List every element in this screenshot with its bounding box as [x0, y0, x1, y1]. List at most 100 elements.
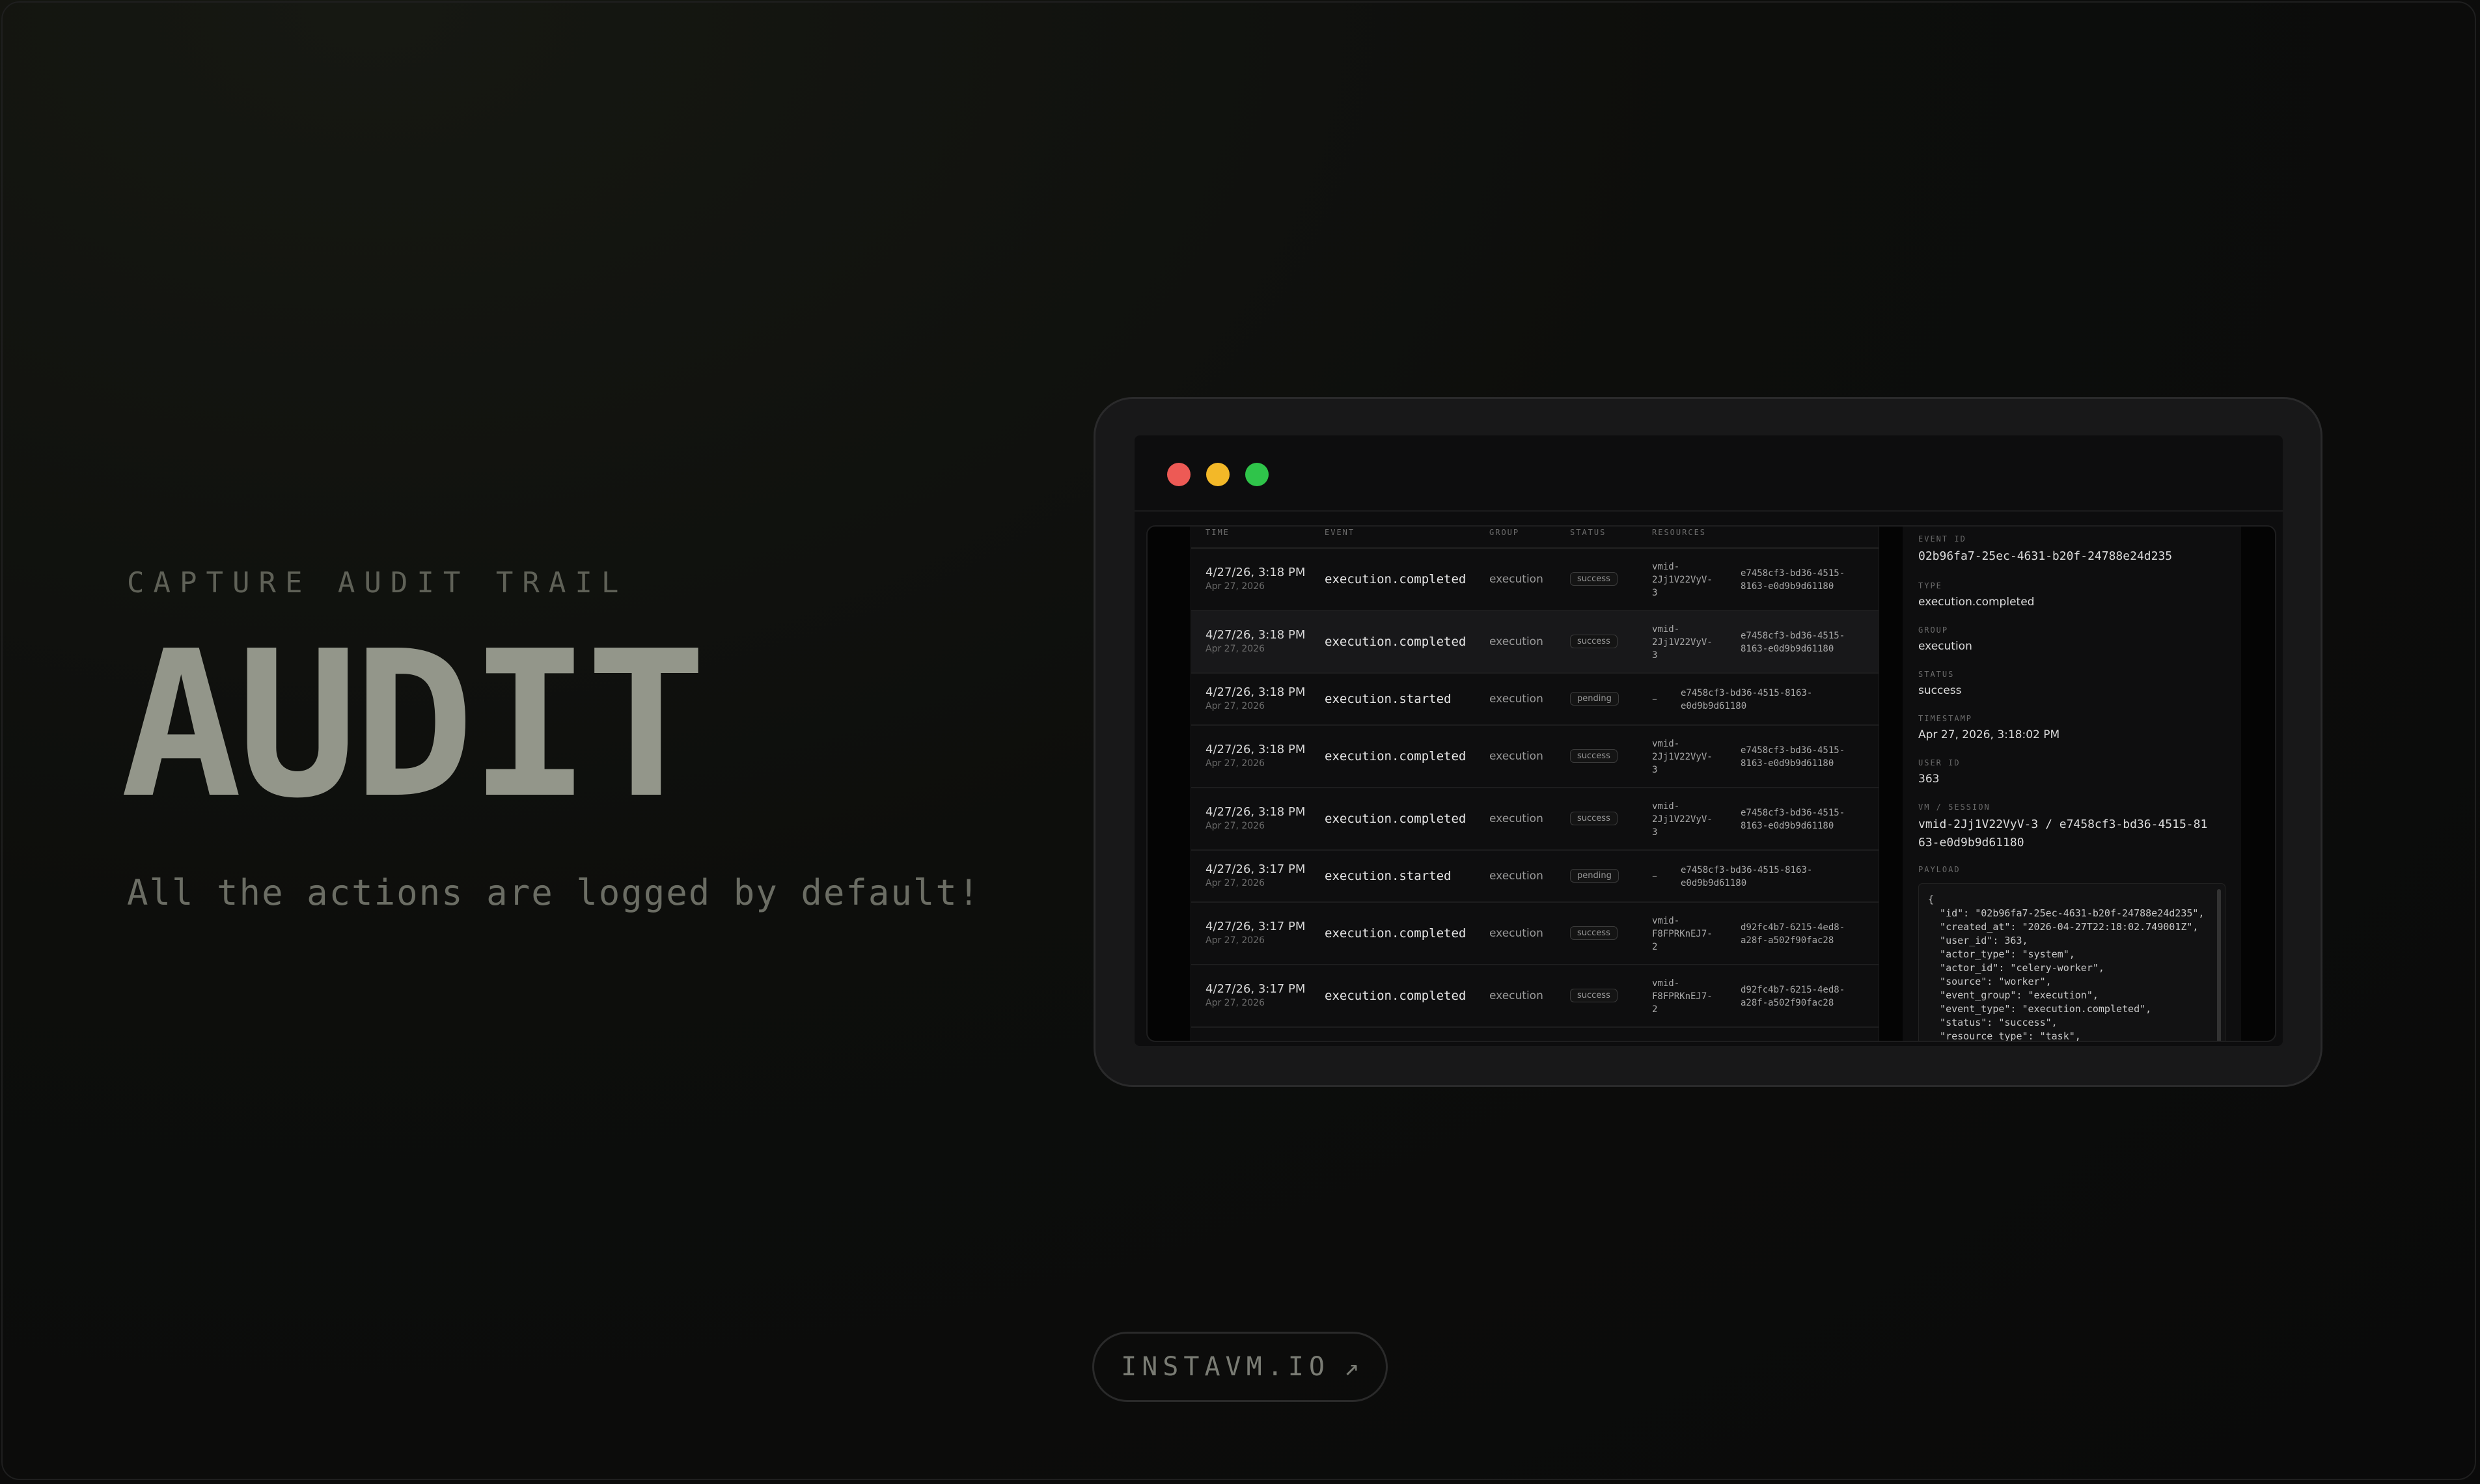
- app-window: TIME EVENT GROUP STATUS RESOURCES 4/27/2…: [1135, 435, 2283, 1046]
- row-status-badge: success: [1570, 572, 1618, 586]
- row-date: Apr 27, 2026: [1206, 878, 1265, 888]
- row-status-badge: pending: [1570, 692, 1619, 706]
- payload-json: { "id": "02b96fa7-25ec-4631-b20f-24788e2…: [1928, 894, 2205, 1042]
- column-header-resources[interactable]: RESOURCES: [1652, 528, 1706, 537]
- event-detail-panel: EVENT ID 02b96fa7-25ec-4631-b20f-24788e2…: [1903, 527, 2241, 1041]
- table-row[interactable]: 4/27/26, 3:17 PM Apr 27, 2026 execution.co…: [1191, 903, 1879, 965]
- user-id-label: USER ID: [1918, 758, 1961, 767]
- user-id-value: 363: [1918, 773, 1940, 786]
- row-event: execution.started: [1325, 869, 1452, 883]
- row-time: 4/27/26, 3:17 PM: [1206, 862, 1306, 876]
- column-header-event[interactable]: EVENT: [1325, 528, 1355, 537]
- type-value: execution.completed: [1918, 596, 2035, 609]
- row-session-id: d92fc4b7-6215-4ed8- a28f-a502f90fac28: [1741, 922, 1845, 946]
- row-date: Apr 27, 2026: [1206, 758, 1265, 769]
- vm-session-label: VM / SESSION: [1918, 803, 1991, 812]
- row-event: execution.completed: [1325, 749, 1467, 763]
- audit-table: TIME EVENT GROUP STATUS RESOURCES 4/27/2…: [1191, 527, 1879, 1041]
- cta-label: INSTAVM.IO: [1121, 1352, 1330, 1382]
- payload-scrollbar[interactable]: [2217, 889, 2221, 1041]
- row-group: execution: [1489, 927, 1543, 940]
- row-date: Apr 27, 2026: [1206, 935, 1265, 946]
- row-group: execution: [1489, 635, 1543, 648]
- maximize-window-button[interactable]: [1245, 463, 1269, 486]
- table-row[interactable]: 4/27/26, 3:17 PM Apr 27, 2026 execution.co…: [1191, 965, 1879, 1028]
- row-session-id: e7458cf3-bd36-4515- 8163-e0d9b9d61180: [1741, 808, 1845, 831]
- row-event: execution.completed: [1325, 989, 1467, 1003]
- row-session-id: e7458cf3-bd36-4515- 8163-e0d9b9d61180: [1741, 631, 1845, 654]
- table-row[interactable]: 4/27/26, 3:18 PM Apr 27, 2026 execution.st…: [1191, 674, 1879, 726]
- minimize-window-button[interactable]: [1206, 463, 1230, 486]
- row-date: Apr 27, 2026: [1206, 998, 1265, 1008]
- row-event: execution.completed: [1325, 926, 1467, 941]
- table-row[interactable]: 4/27/26, 3:18 PM Apr 27, 2026 execution.co…: [1191, 549, 1879, 611]
- close-window-button[interactable]: [1167, 463, 1191, 486]
- vm-session-value: vmid-2Jj1V22VyV-3 / e7458cf3-bd36-4515-8…: [1918, 818, 2208, 849]
- column-header-time[interactable]: TIME: [1206, 528, 1230, 537]
- group-value: execution: [1918, 640, 1972, 653]
- tagline: All the actions are logged by default!: [127, 872, 981, 913]
- status-value: success: [1918, 684, 1962, 697]
- row-time: 4/27/26, 3:17 PM: [1206, 982, 1306, 996]
- status-label: STATUS: [1918, 670, 1955, 679]
- row-time: 4/27/26, 3:18 PM: [1206, 685, 1306, 699]
- row-session-id: e7458cf3-bd36-4515-8163- e0d9b9d61180: [1681, 688, 1813, 711]
- arrow-up-right-icon: ↗: [1343, 1353, 1359, 1381]
- row-event: execution.completed: [1325, 635, 1467, 649]
- timestamp-label: TIMESTAMP: [1918, 714, 1973, 723]
- eyebrow-text: CAPTURE AUDIT TRAIL: [127, 566, 628, 599]
- row-status-badge: success: [1570, 989, 1618, 1002]
- device-frame: TIME EVENT GROUP STATUS RESOURCES 4/27/2…: [1094, 397, 2322, 1087]
- table-row[interactable]: 4/27/26, 3:17 PM Apr 27, 2026 execution.st…: [1191, 851, 1879, 903]
- window-titlebar: [1135, 435, 2283, 512]
- row-vm-id: vmid- 2Jj1V22VyV- 3: [1652, 801, 1713, 838]
- row-vm-id: –: [1652, 693, 1657, 705]
- row-date: Apr 27, 2026: [1206, 821, 1265, 831]
- row-session-id: e7458cf3-bd36-4515-8163- e0d9b9d61180: [1681, 865, 1813, 888]
- column-header-status[interactable]: STATUS: [1570, 528, 1606, 537]
- row-date: Apr 27, 2026: [1206, 701, 1265, 711]
- table-row[interactable]: 4/27/26, 3:18 PM Apr 27, 2026 execution.co…: [1191, 788, 1879, 851]
- table-row[interactable]: 4/27/26, 3:18 PM Apr 27, 2026 execution.co…: [1191, 726, 1879, 788]
- row-status-badge: pending: [1570, 869, 1619, 883]
- row-status-badge: success: [1570, 812, 1618, 825]
- timestamp-value: Apr 27, 2026, 3:18:02 PM: [1918, 728, 2060, 741]
- row-date: Apr 27, 2026: [1206, 581, 1265, 592]
- column-header-group[interactable]: GROUP: [1489, 528, 1519, 537]
- row-group: execution: [1489, 812, 1543, 825]
- table-header: TIME EVENT GROUP STATUS RESOURCES: [1191, 527, 1879, 549]
- row-group: execution: [1489, 750, 1543, 763]
- row-time: 4/27/26, 3:17 PM: [1206, 920, 1306, 933]
- row-vm-id: vmid- 2Jj1V22VyV- 3: [1652, 739, 1713, 775]
- payload-label: PAYLOAD: [1918, 865, 1961, 874]
- audit-content: TIME EVENT GROUP STATUS RESOURCES 4/27/2…: [1146, 525, 2276, 1042]
- row-session-id: d92fc4b7-6215-4ed8- a28f-a502f90fac28: [1741, 985, 1845, 1008]
- type-label: TYPE: [1918, 581, 1942, 590]
- row-vm-id: vmid- F8FPRKnEJ7- 2: [1652, 978, 1713, 1015]
- row-event: execution.completed: [1325, 572, 1467, 586]
- row-group: execution: [1489, 989, 1543, 1002]
- event-id-label: EVENT ID: [1918, 534, 1966, 543]
- table-row[interactable]: 4/27/26, 3:18 PM Apr 27, 2026 execution.co…: [1191, 611, 1879, 674]
- row-group: execution: [1489, 573, 1543, 586]
- row-time: 4/27/26, 3:18 PM: [1206, 566, 1306, 579]
- row-vm-id: vmid- 2Jj1V22VyV- 3: [1652, 624, 1713, 661]
- row-date: Apr 27, 2026: [1206, 644, 1265, 654]
- row-session-id: e7458cf3-bd36-4515- 8163-e0d9b9d61180: [1741, 745, 1845, 769]
- row-event: execution.completed: [1325, 812, 1467, 826]
- row-time: 4/27/26, 3:18 PM: [1206, 805, 1306, 819]
- row-group: execution: [1489, 870, 1543, 883]
- row-event: execution.started: [1325, 692, 1452, 706]
- group-label: GROUP: [1918, 625, 1949, 635]
- row-time: 4/27/26, 3:18 PM: [1206, 743, 1306, 756]
- row-vm-id: vmid- 2Jj1V22VyV- 3: [1652, 562, 1713, 598]
- hero-title: AUDIT: [120, 608, 707, 843]
- payload-viewer[interactable]: { "id": "02b96fa7-25ec-4631-b20f-24788e2…: [1918, 883, 2225, 1042]
- row-vm-id: –: [1652, 870, 1657, 882]
- row-group: execution: [1489, 693, 1543, 706]
- row-vm-id: vmid- F8FPRKnEJ7- 2: [1652, 916, 1713, 952]
- row-status-badge: success: [1570, 749, 1618, 763]
- row-status-badge: success: [1570, 926, 1618, 940]
- row-status-badge: success: [1570, 635, 1618, 648]
- instavm-link-button[interactable]: INSTAVM.IO ↗: [1092, 1332, 1388, 1402]
